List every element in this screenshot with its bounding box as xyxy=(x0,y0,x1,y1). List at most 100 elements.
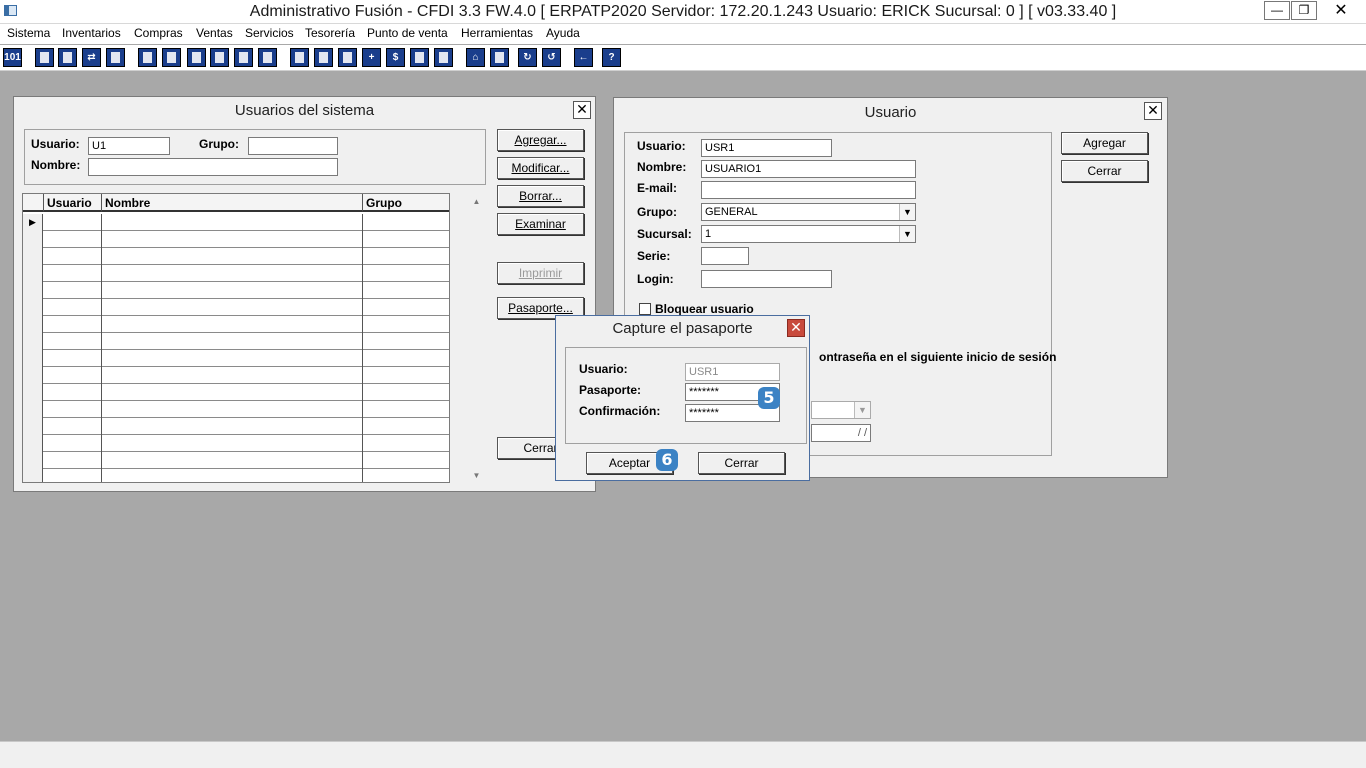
row-selector[interactable]: ▶ xyxy=(23,214,43,231)
document-icon[interactable] xyxy=(234,48,253,67)
nombre-input[interactable]: USUARIO1 xyxy=(701,160,916,178)
table-row[interactable] xyxy=(23,452,449,469)
cell-usuario[interactable] xyxy=(44,367,102,384)
modificar-usuario-button[interactable]: Modificar... xyxy=(497,157,584,179)
cell-grupo[interactable] xyxy=(363,469,449,482)
grupo-select[interactable]: GENERAL ▼ xyxy=(701,203,916,221)
undo-icon[interactable]: ↺ xyxy=(542,48,561,67)
table-row[interactable] xyxy=(23,231,449,248)
row-selector[interactable] xyxy=(23,401,43,418)
people-icon[interactable] xyxy=(290,48,309,67)
cell-grupo[interactable] xyxy=(363,333,449,350)
row-selector[interactable] xyxy=(23,452,43,469)
usuario-filter-input[interactable]: U1 xyxy=(88,137,170,155)
cell-usuario[interactable] xyxy=(44,350,102,367)
cell-grupo[interactable] xyxy=(363,367,449,384)
cell-grupo[interactable] xyxy=(363,265,449,282)
clipboard-icon[interactable] xyxy=(58,48,77,67)
cell-usuario[interactable] xyxy=(44,299,102,316)
row-selector[interactable] xyxy=(23,316,43,333)
usuarios-grid[interactable]: Usuario Nombre Grupo ▶ xyxy=(22,193,450,483)
arrow-left-icon[interactable]: ← xyxy=(574,48,593,67)
cell-grupo[interactable] xyxy=(363,452,449,469)
usuarios-close-icon[interactable]: ✕ xyxy=(573,101,591,119)
chevron-down-icon[interactable]: ▼ xyxy=(899,226,915,242)
login-input[interactable] xyxy=(701,270,832,288)
row-selector[interactable] xyxy=(23,469,43,482)
row-selector[interactable] xyxy=(23,299,43,316)
usuario-close-icon[interactable]: ✕ xyxy=(1144,102,1162,120)
window-close-button[interactable]: ✕ xyxy=(1318,1,1364,20)
row-selector[interactable] xyxy=(23,248,43,265)
cell-nombre[interactable] xyxy=(102,418,363,435)
row-selector[interactable] xyxy=(23,367,43,384)
pasaporte-cerrar-button[interactable]: Cerrar xyxy=(698,452,785,474)
examinar-button[interactable]: Examinar xyxy=(497,213,584,235)
agregar-usuario-button[interactable]: Agregar... xyxy=(497,129,584,151)
minimize-button[interactable]: — xyxy=(1264,1,1290,20)
bloquear-checkbox[interactable] xyxy=(639,303,651,315)
cell-usuario[interactable] xyxy=(44,384,102,401)
chevron-down-icon[interactable]: ▼ xyxy=(899,204,915,220)
printer-icon[interactable] xyxy=(210,48,229,67)
cell-nombre[interactable] xyxy=(102,282,363,299)
menu-tesoreria[interactable]: Tesorería xyxy=(304,26,356,40)
row-selector[interactable] xyxy=(23,333,43,350)
row-selector[interactable] xyxy=(23,231,43,248)
refresh-icon[interactable]: ↻ xyxy=(518,48,537,67)
doc-back-icon[interactable] xyxy=(187,48,206,67)
cell-usuario[interactable] xyxy=(44,333,102,350)
cell-grupo[interactable] xyxy=(363,299,449,316)
cell-usuario[interactable] xyxy=(44,231,102,248)
cell-grupo[interactable] xyxy=(363,248,449,265)
cell-nombre[interactable] xyxy=(102,452,363,469)
cell-grupo[interactable] xyxy=(363,231,449,248)
table-row[interactable] xyxy=(23,299,449,316)
cell-usuario[interactable] xyxy=(44,282,102,299)
cell-nombre[interactable] xyxy=(102,299,363,316)
transfer-icon[interactable]: ⇄ xyxy=(82,48,101,67)
table-row[interactable]: ▶ xyxy=(23,214,449,231)
table-row[interactable] xyxy=(23,282,449,299)
sucursal-select[interactable]: 1 ▼ xyxy=(701,225,916,243)
table-row[interactable] xyxy=(23,350,449,367)
menu-ventas[interactable]: Ventas xyxy=(195,26,234,40)
cell-nombre[interactable] xyxy=(102,350,363,367)
table-row[interactable] xyxy=(23,418,449,435)
row-selector[interactable] xyxy=(23,265,43,282)
zoom-icon[interactable] xyxy=(490,48,509,67)
table-row[interactable] xyxy=(23,401,449,418)
menu-servicios[interactable]: Servicios xyxy=(244,26,295,40)
restore-button[interactable]: ❐ xyxy=(1291,1,1317,20)
cell-grupo[interactable] xyxy=(363,418,449,435)
table-row[interactable] xyxy=(23,435,449,452)
dollar-icon[interactable]: $ xyxy=(386,48,405,67)
email-input[interactable] xyxy=(701,181,916,199)
scroll-down-icon[interactable]: ▼ xyxy=(470,469,483,482)
nombre-filter-input[interactable] xyxy=(88,158,338,176)
grid-vertical-scrollbar[interactable]: ▲ ▼ xyxy=(468,193,485,484)
hidden-select[interactable]: ▼ xyxy=(811,401,871,419)
table-row[interactable] xyxy=(23,265,449,282)
id-card-icon[interactable]: 101 xyxy=(3,48,22,67)
cell-usuario[interactable] xyxy=(44,248,102,265)
row-selector[interactable] xyxy=(23,350,43,367)
cell-nombre[interactable] xyxy=(102,469,363,482)
copy-icon[interactable] xyxy=(35,48,54,67)
table-row[interactable] xyxy=(23,367,449,384)
menu-sistema[interactable]: Sistema xyxy=(6,26,51,40)
cell-nombre[interactable] xyxy=(102,265,363,282)
home-icon[interactable]: ⌂ xyxy=(466,48,485,67)
row-selector[interactable] xyxy=(23,384,43,401)
cell-grupo[interactable] xyxy=(363,316,449,333)
cell-nombre[interactable] xyxy=(102,316,363,333)
table-row[interactable] xyxy=(23,469,449,482)
cell-usuario[interactable] xyxy=(44,265,102,282)
cell-usuario[interactable] xyxy=(44,435,102,452)
list-doc-icon[interactable] xyxy=(258,48,277,67)
report-icon[interactable] xyxy=(410,48,429,67)
cell-grupo[interactable] xyxy=(363,401,449,418)
doc-forward-icon[interactable] xyxy=(338,48,357,67)
table-row[interactable] xyxy=(23,333,449,350)
usuario-input[interactable]: USR1 xyxy=(701,139,832,157)
